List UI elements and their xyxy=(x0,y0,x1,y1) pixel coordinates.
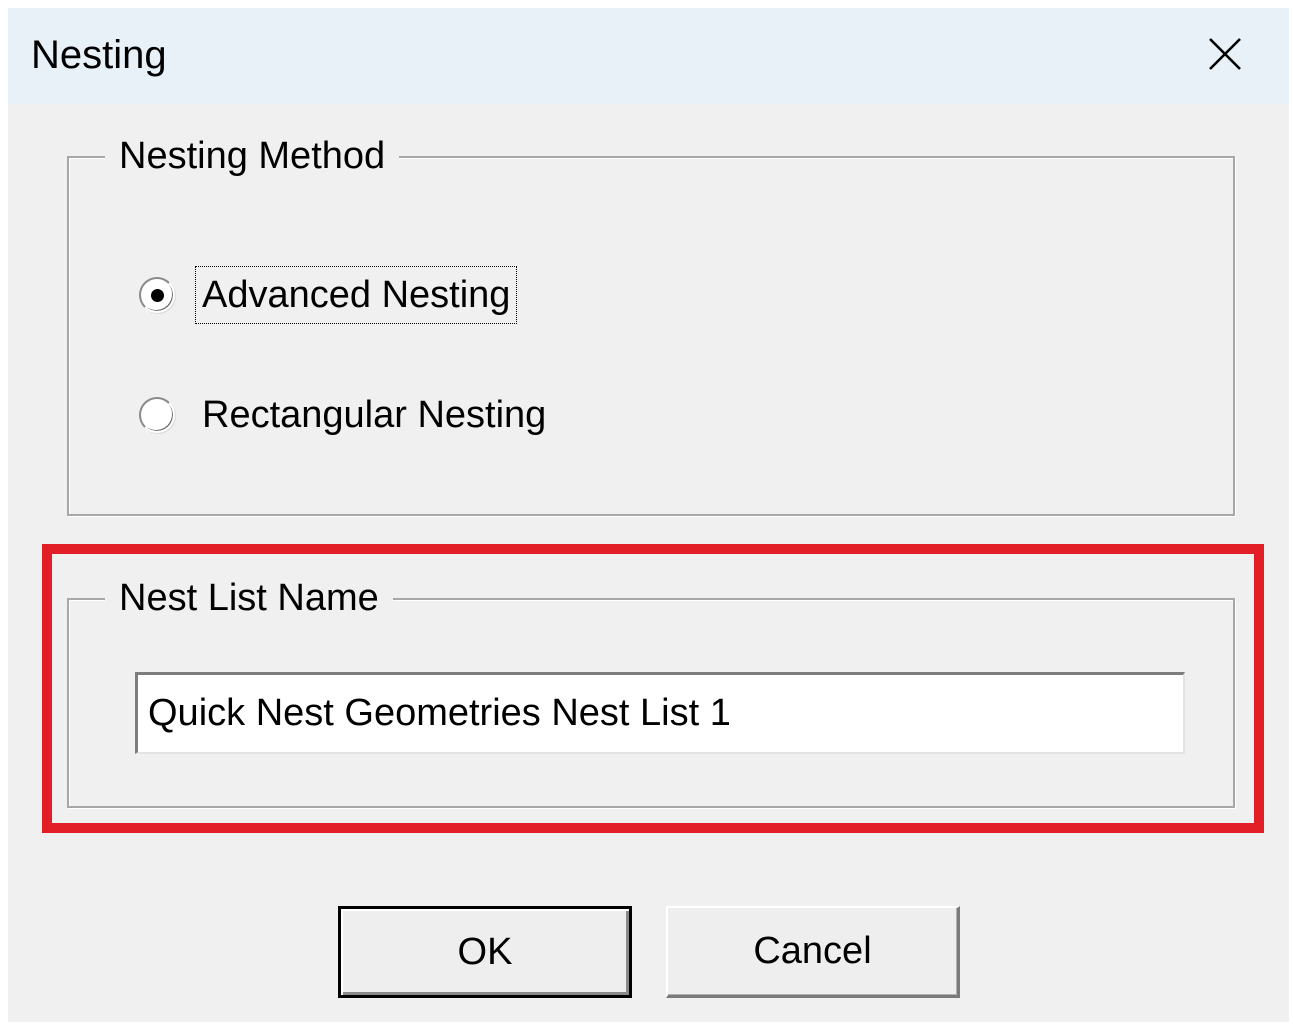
nest-list-name-group: Nest List Name xyxy=(67,572,1235,808)
close-icon xyxy=(1209,38,1241,70)
radio-button-rectangular[interactable] xyxy=(139,397,175,433)
nest-list-name-input[interactable] xyxy=(135,672,1185,754)
radio-button-advanced[interactable] xyxy=(139,277,175,313)
cancel-button[interactable]: Cancel xyxy=(666,906,960,998)
radio-label-advanced[interactable]: Advanced Nesting xyxy=(195,266,518,324)
radio-rectangular-nesting[interactable]: Rectangular Nesting xyxy=(139,386,553,444)
title-bar: Nesting xyxy=(8,8,1289,104)
radio-selected-dot xyxy=(151,289,164,302)
nest-list-name-legend: Nest List Name xyxy=(105,572,393,624)
nesting-dialog: Nesting Nesting Method Advanced Nesting … xyxy=(8,8,1289,1022)
nesting-method-group: Nesting Method Advanced Nesting Rectangu… xyxy=(67,130,1235,516)
nesting-method-legend: Nesting Method xyxy=(105,130,400,182)
ok-button[interactable]: OK xyxy=(338,906,632,998)
radio-advanced-nesting[interactable]: Advanced Nesting xyxy=(139,266,518,324)
close-button[interactable] xyxy=(1201,30,1249,78)
dialog-title: Nesting xyxy=(31,33,167,77)
radio-label-rectangular[interactable]: Rectangular Nesting xyxy=(195,386,553,444)
